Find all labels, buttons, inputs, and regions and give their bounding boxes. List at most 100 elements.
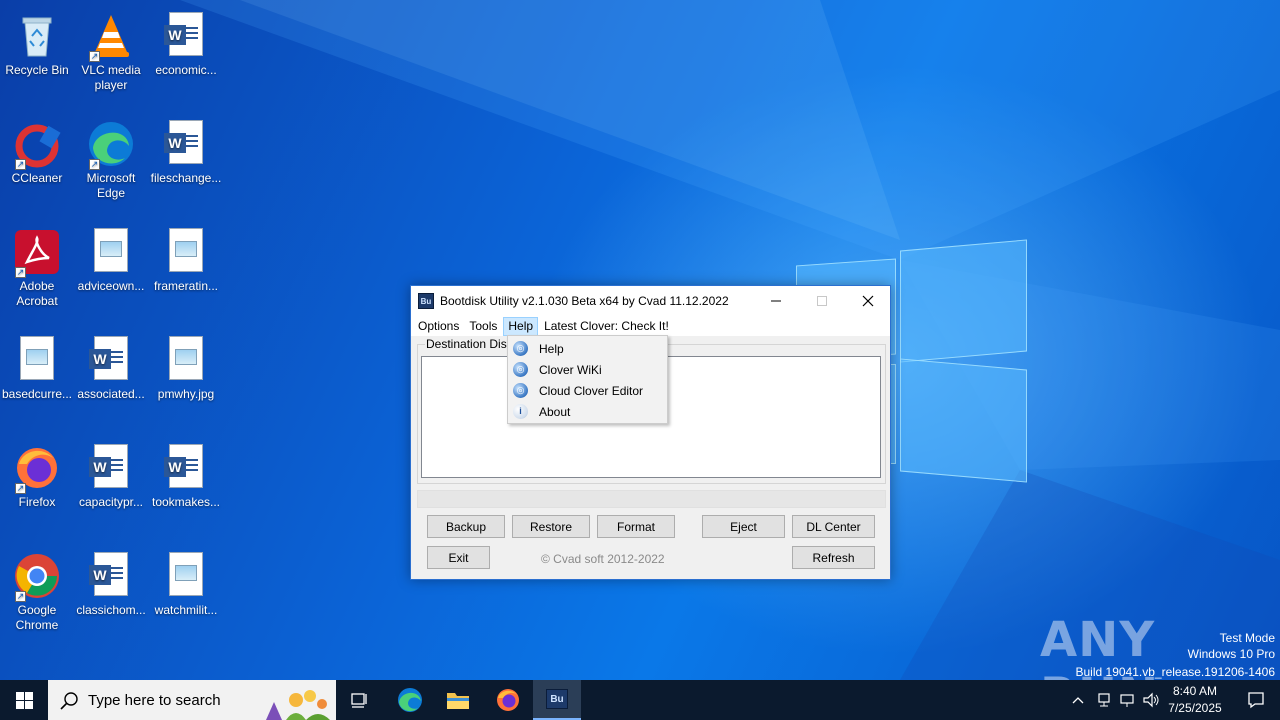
icon-label: Adobe Acrobat bbox=[16, 279, 58, 308]
minimize-icon bbox=[771, 300, 781, 302]
maximize-icon bbox=[817, 296, 827, 306]
word-doc-icon: W bbox=[162, 444, 210, 492]
desktop-icon-chrome[interactable]: ↗ Google Chrome bbox=[0, 548, 74, 633]
refresh-button[interactable]: Refresh bbox=[792, 546, 875, 569]
desktop-icon-tookmakes[interactable]: W tookmakes... bbox=[149, 440, 223, 510]
desktop-icon-fileschange[interactable]: W fileschange... bbox=[149, 116, 223, 186]
desktop-icon-frameratin[interactable]: frameratin... bbox=[149, 224, 223, 294]
desktop-icon-pmwhy[interactable]: pmwhy.jpg bbox=[149, 332, 223, 402]
windows-logo-pane-tr bbox=[900, 239, 1027, 363]
clock-date: 7/25/2025 bbox=[1168, 701, 1222, 715]
help-globe-icon: ◎ bbox=[513, 341, 528, 356]
bootdisk-utility-window: Bu Bootdisk Utility v2.1.030 Beta x64 by… bbox=[410, 285, 891, 580]
help-menu-item-label: Help bbox=[539, 341, 564, 356]
recycle-bin-icon bbox=[13, 12, 61, 60]
destination-disk-label: Destination Disk bbox=[425, 337, 514, 351]
taskbar-file-explorer[interactable] bbox=[434, 680, 482, 720]
desktop-icon-classichom[interactable]: W classichom... bbox=[74, 548, 148, 618]
speaker-icon bbox=[1143, 692, 1159, 708]
backup-button[interactable]: Backup bbox=[427, 515, 505, 538]
taskbar-firefox[interactable] bbox=[484, 680, 532, 720]
test-mode-label: Test Mode bbox=[1219, 631, 1275, 645]
exit-button[interactable]: Exit bbox=[427, 546, 490, 569]
task-view-icon bbox=[351, 693, 367, 708]
minimize-button[interactable] bbox=[753, 286, 799, 316]
edge-icon: ↗ bbox=[87, 120, 135, 170]
image-file-icon bbox=[162, 336, 210, 384]
icon-label: Google Chrome bbox=[15, 603, 59, 632]
chevron-up-icon bbox=[1072, 697, 1084, 704]
tray-volume[interactable] bbox=[1139, 680, 1163, 720]
tray-network-status[interactable] bbox=[1092, 680, 1116, 720]
tray-network[interactable] bbox=[1115, 680, 1139, 720]
image-file-icon bbox=[87, 228, 135, 276]
windows-logo-pane-br bbox=[900, 358, 1027, 483]
icon-label: economic... bbox=[155, 63, 217, 77]
icon-label: Microsoft Edge bbox=[86, 171, 136, 200]
vlc-icon: ↗ bbox=[87, 12, 135, 62]
taskbar-task-view[interactable] bbox=[336, 680, 384, 720]
menu-tools[interactable]: Tools bbox=[465, 317, 501, 336]
action-center-button[interactable] bbox=[1232, 680, 1280, 720]
maximize-button[interactable] bbox=[799, 286, 845, 316]
icon-label: capacitypr... bbox=[78, 495, 144, 509]
restore-button[interactable]: Restore bbox=[512, 515, 590, 538]
close-button[interactable] bbox=[845, 286, 891, 316]
desktop-icon-economic[interactable]: W economic... bbox=[149, 8, 223, 78]
search-decoration-flowers bbox=[266, 690, 330, 720]
desktop-icon-acrobat[interactable]: ↗ Adobe Acrobat bbox=[0, 224, 74, 309]
desktop-icon-edge[interactable]: ↗ Microsoft Edge bbox=[74, 116, 148, 201]
taskbar-bootdisk-utility[interactable]: Bu bbox=[533, 680, 581, 720]
icon-label: fileschange... bbox=[150, 171, 222, 185]
desktop-icon-capacitypr[interactable]: W capacitypr... bbox=[74, 440, 148, 510]
windows-edition-label: Windows 10 Pro bbox=[1187, 647, 1275, 661]
word-doc-icon: W bbox=[162, 12, 210, 60]
help-menu-item-label: Cloud Clover Editor bbox=[539, 383, 644, 398]
desktop-icon-adviceown[interactable]: adviceown... bbox=[74, 224, 148, 294]
help-menu-item-clover-wiki[interactable]: ◎ Clover WiKi bbox=[508, 359, 667, 380]
tray-overflow-button[interactable] bbox=[1066, 680, 1090, 720]
menu-options[interactable]: Options bbox=[414, 317, 463, 336]
folder-icon bbox=[447, 693, 469, 709]
copyright-text: © Cvad soft 2012-2022 bbox=[541, 552, 665, 566]
menu-bar: Options Tools Help Latest Clover: Check … bbox=[411, 316, 890, 336]
icon-label: associated... bbox=[77, 387, 145, 401]
chrome-icon: ↗ bbox=[13, 552, 61, 602]
desktop-icon-associated[interactable]: W associated... bbox=[74, 332, 148, 402]
help-menu-item-cloud-clover-editor[interactable]: ◎ Cloud Clover Editor bbox=[508, 380, 667, 401]
dl-center-button[interactable]: DL Center bbox=[792, 515, 875, 538]
tray-clock[interactable]: 8:40 AM 7/25/2025 bbox=[1164, 683, 1226, 717]
taskbar: Type here to search Bu 8:40 AM 7/25/2025 bbox=[0, 680, 1280, 720]
menu-help[interactable]: Help bbox=[503, 316, 539, 336]
ccleaner-icon: ↗ bbox=[13, 120, 61, 170]
eject-button[interactable]: Eject bbox=[702, 515, 785, 538]
help-menu-item-help[interactable]: ◎ Help bbox=[508, 338, 667, 359]
desktop-icon-ccleaner[interactable]: ↗ CCleaner bbox=[0, 116, 74, 186]
icon-label: VLC media player bbox=[81, 63, 141, 92]
title-bar[interactable]: Bu Bootdisk Utility v2.1.030 Beta x64 by… bbox=[411, 286, 890, 316]
format-button[interactable]: Format bbox=[597, 515, 675, 538]
start-button[interactable] bbox=[0, 680, 48, 720]
word-doc-icon: W bbox=[87, 552, 135, 600]
icon-label: basedcurre... bbox=[1, 387, 73, 401]
icon-label: Recycle Bin bbox=[5, 63, 69, 77]
clock-time: 8:40 AM bbox=[1172, 684, 1218, 698]
desktop-icon-watchmilit[interactable]: watchmilit... bbox=[149, 548, 223, 618]
icon-label: frameratin... bbox=[153, 279, 219, 293]
desktop-icon-basedcurre[interactable]: basedcurre... bbox=[0, 332, 74, 402]
firefox-icon bbox=[497, 689, 519, 711]
cloud-globe-icon: ◎ bbox=[513, 383, 528, 398]
icon-label: Firefox bbox=[18, 495, 56, 509]
edge-icon bbox=[398, 688, 422, 712]
close-icon bbox=[862, 295, 874, 307]
desktop-icon-vlc[interactable]: ↗ VLC media player bbox=[74, 8, 148, 93]
taskbar-search-box[interactable]: Type here to search bbox=[48, 680, 336, 720]
menu-latest-clover[interactable]: Latest Clover: Check It! bbox=[540, 317, 673, 336]
desktop-icon-firefox[interactable]: ↗ Firefox bbox=[0, 440, 74, 510]
wiki-globe-icon: ◎ bbox=[513, 362, 528, 377]
desktop-icon-recycle-bin[interactable]: Recycle Bin bbox=[0, 8, 74, 78]
help-menu-item-about[interactable]: i About bbox=[508, 401, 667, 422]
word-doc-icon: W bbox=[162, 120, 210, 168]
taskbar-edge[interactable] bbox=[386, 680, 434, 720]
search-icon bbox=[60, 692, 78, 710]
